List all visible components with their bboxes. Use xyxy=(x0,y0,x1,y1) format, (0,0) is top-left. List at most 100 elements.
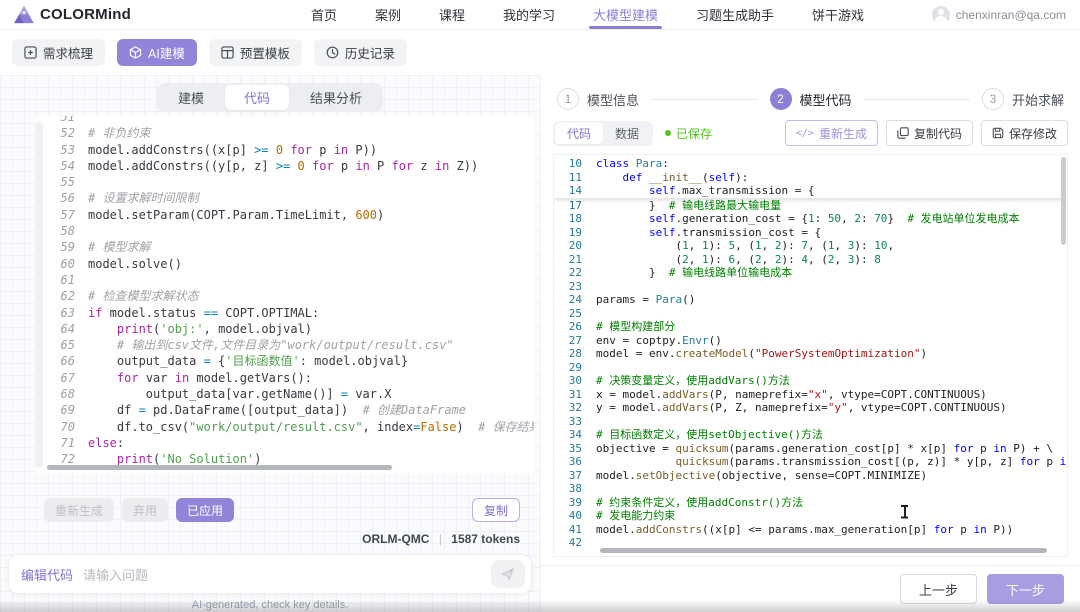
line-number: 11 xyxy=(568,170,582,184)
toolbar-button-3[interactable]: 预置模板 xyxy=(208,39,302,66)
step-label-3: 开始求解 xyxy=(1012,92,1065,108)
line-number: 27 xyxy=(568,333,582,347)
code-line: 25 xyxy=(554,307,1067,321)
line-number: 24 xyxy=(568,293,582,306)
nav-item-2[interactable]: 案例 xyxy=(375,0,401,29)
step-circle-3: 3 xyxy=(982,88,1004,110)
line-number: 65 xyxy=(60,338,75,353)
line-number: 20 xyxy=(568,239,582,252)
code-line: 36 quicksum (params.transmission_cost[(p,… xyxy=(554,455,1067,469)
code-line: 60 model.solve() xyxy=(49,256,534,272)
line-number: 51 xyxy=(60,116,75,124)
code-line: 69 df = pd.DataFrame([output_data]) # 创建… xyxy=(49,402,534,418)
line-number: 59 xyxy=(60,240,75,255)
toolbar-button-1[interactable]: 需求梳理 xyxy=(12,39,106,66)
step-label-1: 模型信息 xyxy=(587,92,640,108)
code-line: 55 xyxy=(49,174,534,190)
code-line: 39 # 约束条件定义，使用addConstr()方法 xyxy=(554,496,1067,510)
line-number: 58 xyxy=(60,224,75,239)
step-1: 1 模型信息 xyxy=(557,88,639,110)
save-changes-label: 保存修改 xyxy=(1008,126,1057,141)
toolbar-button-label: 预置模板 xyxy=(239,47,290,61)
line-number: 53 xyxy=(60,142,75,157)
line-number: 32 xyxy=(568,401,582,414)
toolbar-button-4[interactable]: 历史记录 xyxy=(313,39,407,66)
user-account[interactable]: chenxinran@qa.com xyxy=(931,5,1066,24)
edit-code-input[interactable]: 编辑代码 请输入问题 xyxy=(8,554,532,594)
right-editor-horizontal-scrollbar[interactable] xyxy=(600,548,1047,553)
line-number: 35 xyxy=(568,441,582,455)
line-number: 56 xyxy=(60,191,75,206)
left-code-lines: 51 52 # 非负约束 53 model.addConstrs((x[p] >= 0 … xyxy=(49,116,534,468)
right-tab-2[interactable]: 数据 xyxy=(603,123,651,144)
save-changes-button[interactable]: 保存修改 xyxy=(980,120,1068,146)
send-button[interactable] xyxy=(491,560,525,588)
line-number: 54 xyxy=(60,158,75,173)
line-number: 42 xyxy=(568,536,582,549)
line-number: 41 xyxy=(568,522,582,536)
logo[interactable]: COLORMind xyxy=(14,5,131,24)
copy-button[interactable]: 复制 xyxy=(471,498,520,522)
code-line: 27 env = coptpy. Envr() xyxy=(554,334,1067,348)
regenerate-code-label: 重新生成 xyxy=(818,126,867,141)
left-editor-vertical-scrollbar[interactable] xyxy=(35,122,43,468)
right-tab-1[interactable]: 代码 xyxy=(555,122,604,144)
right-panel: 1 模型信息 2 模型代码 3 开始求解 代码数据 已保存 </> 重新生成 xyxy=(540,75,1080,612)
token-count: 1587 tokens xyxy=(451,532,520,546)
right-code-editor[interactable]: 10 class Para:11 def __init__(self): 14 se… xyxy=(553,154,1068,557)
code-line: 32 y = model. addVars (P, Z, nameprefix= "y"… xyxy=(554,401,1067,415)
left-actions-row: 重新生成 弃用 已应用 复制 xyxy=(44,498,520,522)
regenerate-button[interactable]: 重新生成 xyxy=(44,498,115,522)
applied-button[interactable]: 已应用 xyxy=(176,498,235,522)
code-line: 56 # 设置求解时间限制 xyxy=(49,190,534,206)
code-line: 18 self .generation_cost = {1: 50, 2: 70}… xyxy=(554,212,1067,226)
next-step-button[interactable]: 下一步 xyxy=(986,574,1064,604)
discard-button[interactable]: 弃用 xyxy=(122,498,169,522)
copy-code-button[interactable]: 复制代码 xyxy=(885,120,973,146)
line-number: 31 xyxy=(568,387,582,401)
paper-plane-icon xyxy=(501,568,514,580)
line-number: 37 xyxy=(568,468,582,482)
toolbar-button-2[interactable]: AI建模 xyxy=(117,39,197,66)
left-tab-3[interactable]: 结果分析 xyxy=(291,85,381,110)
line-number: 28 xyxy=(568,347,582,360)
code-line: 41 model. addConstrs ((x[p] <= params.max_g… xyxy=(554,523,1067,537)
line-number: 33 xyxy=(568,414,582,428)
step-connector xyxy=(651,98,758,100)
toolbar-button-label: 需求梳理 xyxy=(43,47,94,61)
previous-step-button[interactable]: 上一步 xyxy=(899,574,977,604)
code-line: 54 model.addConstrs((y[p, z] >= 0 for p i… xyxy=(49,158,534,174)
line-number: 57 xyxy=(60,207,75,222)
line-number: 29 xyxy=(568,360,582,374)
line-number: 69 xyxy=(60,403,75,418)
add-square-icon xyxy=(24,46,37,59)
line-number: 38 xyxy=(568,482,582,495)
code-line: 17 } # 输电线路最大输电量 xyxy=(554,199,1067,213)
left-code-editor[interactable]: 51 52 # 非负约束 53 model.addConstrs((x[p] >= 0 … xyxy=(35,116,534,474)
code-line: 20 (1, 1): 5, (1, 2): 7, (1, 3): 10, xyxy=(554,239,1067,253)
right-code-lines: 17 } # 输电线路最大输电量 18 self .generation_cost … xyxy=(554,198,1067,550)
nav-item-7[interactable]: 饼干游戏 xyxy=(812,0,864,29)
saved-dot-icon xyxy=(665,130,672,136)
nav-item-1[interactable]: 首页 xyxy=(311,0,337,29)
nav-item-6[interactable]: 习题生成助手 xyxy=(696,0,774,29)
input-placeholder: 请输入问题 xyxy=(83,567,149,583)
toolbar-button-label: 历史记录 xyxy=(344,47,395,61)
step-3: 3 开始求解 xyxy=(982,88,1064,110)
line-number: 19 xyxy=(568,225,582,239)
nav-item-3[interactable]: 课程 xyxy=(439,0,465,29)
nav-item-5[interactable]: 大模型建模 xyxy=(589,0,663,29)
step-circle-2: 2 xyxy=(769,88,792,110)
code-line: 19 self .transmission_cost = { xyxy=(554,226,1067,240)
code-line: 28 model = env. createModel("PowerSystemOp… xyxy=(554,347,1067,361)
left-tab-2[interactable]: 代码 xyxy=(224,85,289,110)
right-editor-vertical-scrollbar[interactable] xyxy=(1061,157,1066,245)
line-number: 25 xyxy=(568,306,582,320)
left-editor-horizontal-scrollbar[interactable] xyxy=(47,465,392,470)
code-line: 30 # 决策变量定义，使用addVars()方法 xyxy=(554,374,1067,388)
regenerate-code-button[interactable]: </> 重新生成 xyxy=(784,120,878,146)
meta-separator: | xyxy=(438,532,442,546)
code-line: 71 else: xyxy=(49,435,534,451)
left-tab-1[interactable]: 建模 xyxy=(159,85,223,110)
nav-item-4[interactable]: 我的学习 xyxy=(503,0,555,29)
